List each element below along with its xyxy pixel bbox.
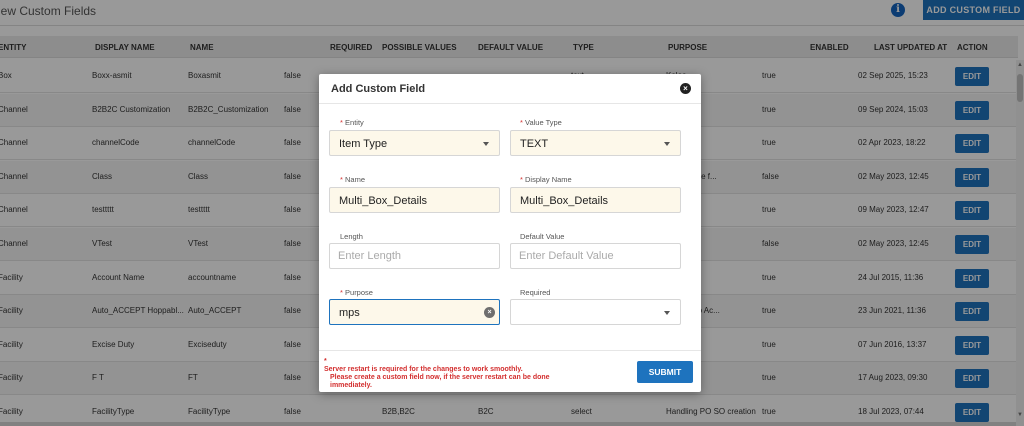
value-type-label: * Value Type <box>520 118 562 127</box>
dialog-title: Add Custom Field <box>331 83 426 95</box>
default-value-label: Default Value <box>520 232 565 241</box>
display-name-label: * Display Name <box>520 175 572 184</box>
chevron-down-icon <box>664 142 670 146</box>
submit-button[interactable]: SUBMIT <box>637 361 693 383</box>
purpose-label: * Purpose <box>340 288 373 297</box>
length-input[interactable] <box>329 243 500 269</box>
length-label: Length <box>340 232 363 241</box>
dialog-header: Add Custom Field × <box>319 74 701 104</box>
default-value-input[interactable] <box>510 243 681 269</box>
close-icon[interactable]: × <box>680 83 691 94</box>
required-label: Required <box>520 288 551 297</box>
value-type-select[interactable]: TEXT <box>510 130 681 156</box>
name-label: * Name <box>340 175 366 184</box>
name-input[interactable]: Multi_Box_Details <box>329 187 500 213</box>
dialog-footer: * Server restart is required for the cha… <box>319 350 701 392</box>
required-select[interactable] <box>510 299 681 325</box>
chevron-down-icon <box>483 142 489 146</box>
chevron-down-icon <box>664 311 670 315</box>
display-name-input[interactable]: Multi_Box_Details <box>510 187 681 213</box>
entity-select[interactable]: Item Type <box>329 130 500 156</box>
entity-label: * Entity <box>340 118 364 127</box>
add-custom-field-dialog: Add Custom Field × * Entity Item Type * … <box>319 74 701 392</box>
clear-icon[interactable]: × <box>484 307 495 318</box>
server-restart-warning: * Server restart is required for the cha… <box>324 358 550 389</box>
purpose-input[interactable]: mps × <box>329 299 500 325</box>
